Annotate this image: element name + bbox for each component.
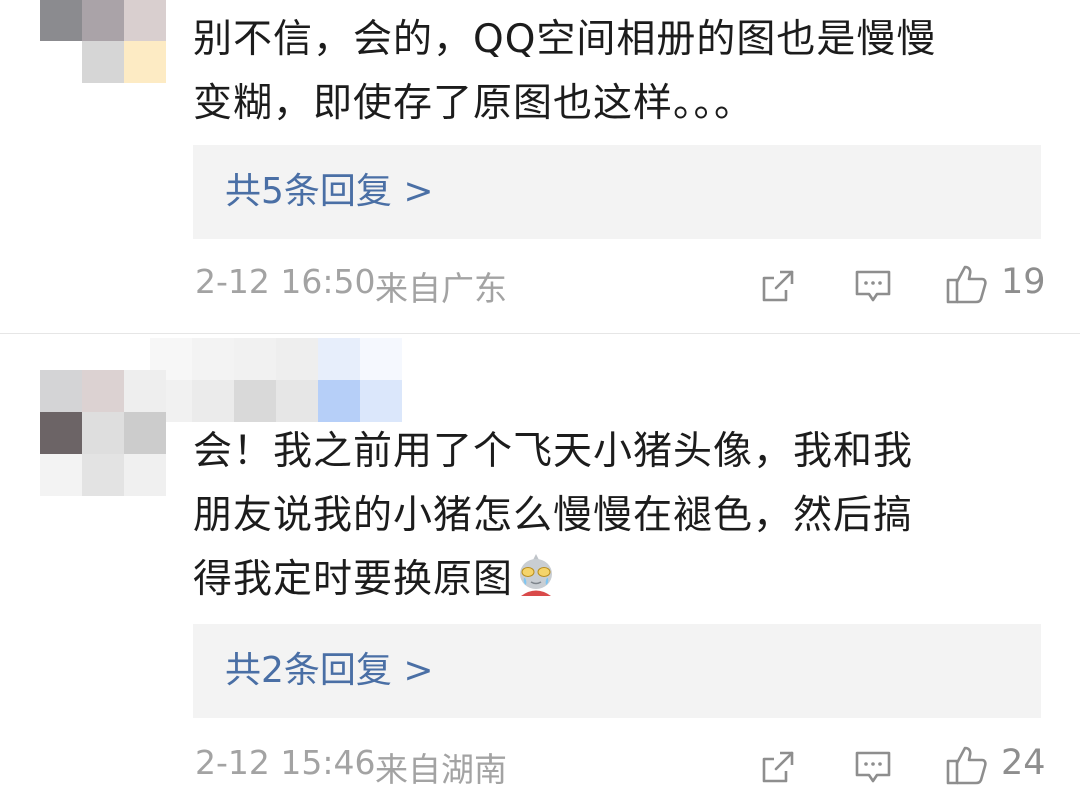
comment-text-line: 朋友说我的小猪怎么慢慢在褪色，然后搞: [193, 493, 914, 538]
username[interactable]: [150, 338, 402, 422]
comment-text-line: 会！我之前用了个飞天小猪头像，我和我: [193, 429, 914, 474]
comment-item-2: 会！我之前用了个飞天小猪头像，我和我 朋友说我的小猪怎么慢慢在褪色，然后搞 得我…: [0, 334, 1080, 803]
timestamp: 2-12 15:46: [195, 743, 376, 782]
like-count: 24: [1001, 743, 1046, 783]
location: 来自湖南: [375, 750, 507, 789]
ultraman-emoji: [520, 554, 553, 596]
comment-icon[interactable]: [853, 747, 893, 787]
view-replies-link[interactable]: 共5条回复 >: [225, 167, 434, 217]
comment-text-line: 变糊，即使存了原图也这样。。。: [193, 81, 755, 126]
replies-box[interactable]: 共2条回复 >: [193, 624, 1041, 718]
comment-meta: 2-12 16:50 来自广东 19: [193, 256, 1053, 316]
view-replies-link[interactable]: 共2条回复 >: [225, 646, 434, 696]
replies-box[interactable]: 共5条回复 >: [193, 145, 1041, 239]
like-icon[interactable]: [945, 262, 989, 306]
comment-text: 会！我之前用了个飞天小猪头像，我和我 朋友说我的小猪怎么慢慢在褪色，然后搞 得我…: [193, 420, 1053, 612]
like-icon[interactable]: [945, 743, 989, 787]
comment-text-line: 得我定时要换原图: [193, 557, 514, 602]
avatar[interactable]: [40, 370, 166, 496]
like-count: 19: [1001, 262, 1046, 302]
comment-icon[interactable]: [853, 266, 893, 306]
comment-meta: 2-12 15:46 来自湖南 24: [193, 737, 1053, 797]
comment-text: 别不信，会的，QQ空间相册的图也是慢慢 变糊，即使存了原图也这样。。。: [193, 8, 1053, 136]
comment-text-line: 别不信，会的，QQ空间相册的图也是慢慢: [193, 17, 937, 62]
share-icon[interactable]: [758, 747, 798, 787]
location: 来自广东: [375, 269, 507, 308]
timestamp: 2-12 16:50: [195, 262, 376, 301]
avatar[interactable]: [40, 0, 166, 83]
share-icon[interactable]: [758, 266, 798, 306]
comment-item-1: 别不信，会的，QQ空间相册的图也是慢慢 变糊，即使存了原图也这样。。。 共5条回…: [0, 0, 1080, 333]
